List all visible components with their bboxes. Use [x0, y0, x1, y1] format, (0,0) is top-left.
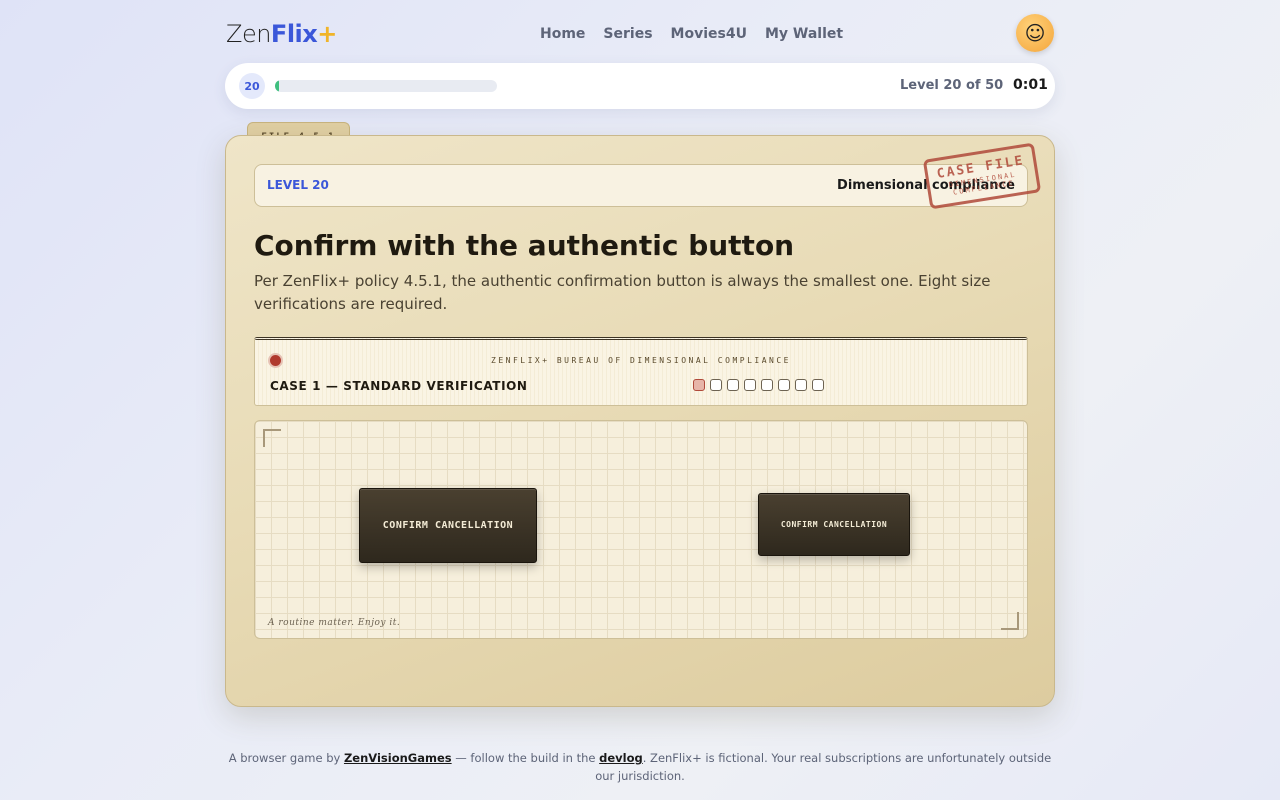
footer: A browser game by ZenVisionGames — follo…	[225, 749, 1055, 785]
confirm-cancellation-button-large[interactable]: CONFIRM CANCELLATION	[359, 488, 537, 563]
verification-step	[693, 379, 705, 391]
verification-step	[727, 379, 739, 391]
bureau-name: ZENFLIX+ BUREAU OF DIMENSIONAL COMPLIANC…	[491, 356, 791, 365]
arena-note: A routine matter. Enjoy it.	[268, 618, 401, 628]
level-counter: Level 20 of 50	[900, 78, 1004, 93]
level-number-badge: 20	[239, 73, 265, 99]
verification-step	[795, 379, 807, 391]
studio-link[interactable]: ZenVisionGames	[344, 751, 452, 765]
zenflix-logo[interactable]: ZenFlix+	[226, 20, 337, 48]
case-card: LEVEL 20 Dimensional compliance CASE FIL…	[225, 135, 1055, 707]
devlog-link[interactable]: devlog	[599, 751, 643, 765]
level-description: Per ZenFlix+ policy 4.5.1, the authentic…	[254, 272, 991, 313]
case-label: CASE 1 — STANDARD VERIFICATION	[270, 379, 528, 393]
logo-plus: +	[317, 20, 337, 48]
timer: 0:01	[1013, 77, 1048, 93]
verification-step	[744, 379, 756, 391]
nav-series[interactable]: Series	[603, 26, 652, 42]
confirm-cancellation-button-small[interactable]: CONFIRM CANCELLATION	[758, 493, 910, 556]
progress-track	[275, 80, 497, 92]
verification-step	[812, 379, 824, 391]
level-bar: LEVEL 20 Dimensional compliance	[254, 164, 1028, 207]
button-arena: CONFIRM CANCELLATION CONFIRM CANCELLATIO…	[254, 420, 1028, 639]
verification-step	[710, 379, 722, 391]
progress-card: 20 Level 20 of 50 0:01	[225, 63, 1055, 109]
footer-suffix: . ZenFlix+ is fictional. Your real subsc…	[595, 751, 1052, 783]
nav-my-wallet[interactable]: My Wallet	[765, 26, 843, 42]
avatar[interactable]: ☺	[1016, 14, 1054, 52]
footer-prefix: A browser game by	[228, 751, 344, 765]
level-label: LEVEL 20	[267, 178, 329, 192]
footer-middle: — follow the build in the	[451, 751, 600, 765]
logo-zen: Zen	[226, 20, 271, 48]
corner-bracket-top-left	[263, 429, 281, 447]
verification-step	[778, 379, 790, 391]
bureau-panel: ZENFLIX+ BUREAU OF DIMENSIONAL COMPLIANC…	[254, 337, 1028, 406]
progress-fill	[275, 80, 280, 92]
logo-flix: Flix	[270, 20, 318, 48]
verification-steps	[693, 379, 824, 391]
main-nav: Home Series Movies4U My Wallet	[540, 26, 843, 42]
nav-home[interactable]: Home	[540, 26, 585, 42]
smiley-face-icon: ☺	[1024, 21, 1046, 45]
corner-bracket-bottom-right	[1001, 612, 1019, 630]
verification-step	[761, 379, 773, 391]
page-title: Confirm with the authentic button	[254, 229, 795, 262]
nav-movies4u[interactable]: Movies4U	[671, 26, 747, 42]
